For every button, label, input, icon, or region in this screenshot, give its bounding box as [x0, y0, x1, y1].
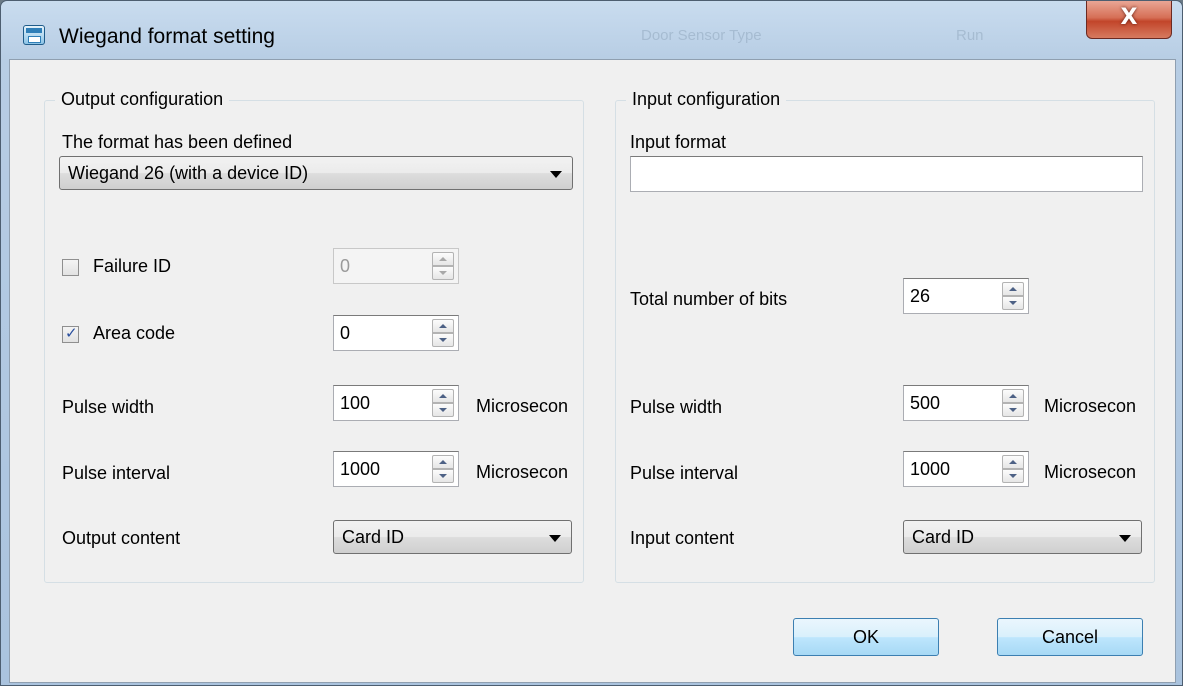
input-content-label: Input content [630, 528, 735, 548]
output-pulse-interval-unit: Microsecon [476, 462, 569, 482]
failure-id-spinner[interactable]: 0 [333, 248, 459, 284]
total-bits-label: Total number of bits [630, 289, 788, 309]
dialog-client-area: Output configuration The format has been… [9, 59, 1176, 683]
spin-up-icon[interactable] [432, 319, 454, 333]
close-icon: X [1120, 5, 1138, 30]
input-pulse-width-label: Pulse width [630, 397, 723, 417]
total-bits-value: 26 [910, 286, 931, 306]
app-window-icon [23, 25, 45, 45]
output-group-title: Output configuration [55, 89, 230, 110]
failure-id-value: 0 [340, 256, 351, 276]
chevron-down-icon [1119, 535, 1131, 542]
output-pulse-interval-spin-buttons [432, 455, 454, 483]
output-pulse-width-value: 100 [340, 393, 371, 413]
output-content-label: Output content [62, 528, 181, 548]
area-code-value: 0 [340, 323, 351, 343]
failure-id-spin-buttons [432, 252, 454, 280]
input-pulse-width-unit-clip: Microsecon [1044, 394, 1154, 420]
input-pulse-interval-label: Pulse interval [630, 463, 739, 483]
output-pulse-width-unit-clip: Microsecon [476, 394, 584, 420]
input-content-value: Card ID [912, 527, 975, 547]
output-pulse-width-spin-buttons [432, 389, 454, 417]
output-format-dropdown[interactable]: Wiegand 26 (with a device ID) [59, 156, 573, 190]
spin-down-icon[interactable] [432, 266, 454, 280]
spin-down-icon[interactable] [432, 469, 454, 483]
background-window-text: Door Sensor Type [641, 27, 762, 44]
output-pulse-width-spinner[interactable]: 100 [333, 385, 459, 421]
spin-up-icon[interactable] [432, 252, 454, 266]
total-bits-spin-buttons [1002, 282, 1024, 310]
input-pulse-interval-spin-buttons [1002, 455, 1024, 483]
output-pulse-interval-value: 1000 [340, 459, 381, 479]
spin-up-icon[interactable] [1002, 389, 1024, 403]
cancel-button[interactable]: Cancel [997, 618, 1143, 656]
ok-button[interactable]: OK [793, 618, 939, 656]
chevron-down-icon [549, 535, 561, 542]
window-title: Wiegand format setting [59, 25, 275, 48]
output-pulse-width-unit: Microsecon [476, 396, 569, 416]
spin-down-icon[interactable] [432, 333, 454, 347]
output-pulse-width-label: Pulse width [62, 397, 155, 417]
input-pulse-width-spinner[interactable]: 500 [903, 385, 1029, 421]
background-window-text-2: Run [956, 27, 984, 44]
input-pulse-interval-spinner[interactable]: 1000 [903, 451, 1029, 487]
spin-up-icon[interactable] [432, 455, 454, 469]
area-code-spinner[interactable]: 0 [333, 315, 459, 351]
checkmark-icon: ✓ [65, 324, 78, 342]
input-content-dropdown[interactable]: Card ID [903, 520, 1142, 554]
spin-down-icon[interactable] [1002, 403, 1024, 417]
input-pulse-interval-unit: Microsecon [1044, 462, 1137, 482]
spin-up-icon[interactable] [1002, 455, 1024, 469]
spin-up-icon[interactable] [1002, 282, 1024, 296]
total-bits-spinner[interactable]: 26 [903, 278, 1029, 314]
failure-id-label: Failure ID [93, 256, 172, 276]
chevron-down-icon [550, 171, 562, 178]
area-code-checkbox[interactable]: ✓ [62, 324, 79, 343]
output-pulse-interval-label: Pulse interval [62, 463, 171, 483]
spin-up-icon[interactable] [432, 389, 454, 403]
dialog-window: Wiegand format setting Door Sensor Type … [0, 0, 1183, 686]
area-code-spin-buttons [432, 319, 454, 347]
input-pulse-interval-unit-clip: Microsecon [1044, 460, 1154, 486]
spin-down-icon[interactable] [432, 403, 454, 417]
input-pulse-width-value: 500 [910, 393, 941, 413]
output-pulse-interval-spinner[interactable]: 1000 [333, 451, 459, 487]
input-pulse-interval-value: 1000 [910, 459, 951, 479]
area-code-label: Area code [93, 323, 176, 343]
spin-down-icon[interactable] [1002, 296, 1024, 310]
spin-down-icon[interactable] [1002, 469, 1024, 483]
output-format-label: The format has been defined [62, 132, 293, 152]
input-group-title: Input configuration [626, 89, 787, 110]
input-format-field[interactable] [630, 156, 1143, 192]
failure-id-checkbox[interactable] [62, 259, 79, 276]
input-pulse-width-unit: Microsecon [1044, 396, 1137, 416]
output-content-value: Card ID [342, 527, 405, 547]
output-format-value: Wiegand 26 (with a device ID) [68, 163, 309, 183]
input-pulse-width-spin-buttons [1002, 389, 1024, 417]
close-button[interactable]: X [1086, 1, 1172, 39]
title-bar[interactable]: Wiegand format setting Door Sensor Type … [1, 1, 1182, 59]
output-content-dropdown[interactable]: Card ID [333, 520, 572, 554]
input-format-label: Input format [630, 132, 727, 152]
output-pulse-interval-unit-clip: Microsecon [476, 460, 584, 486]
